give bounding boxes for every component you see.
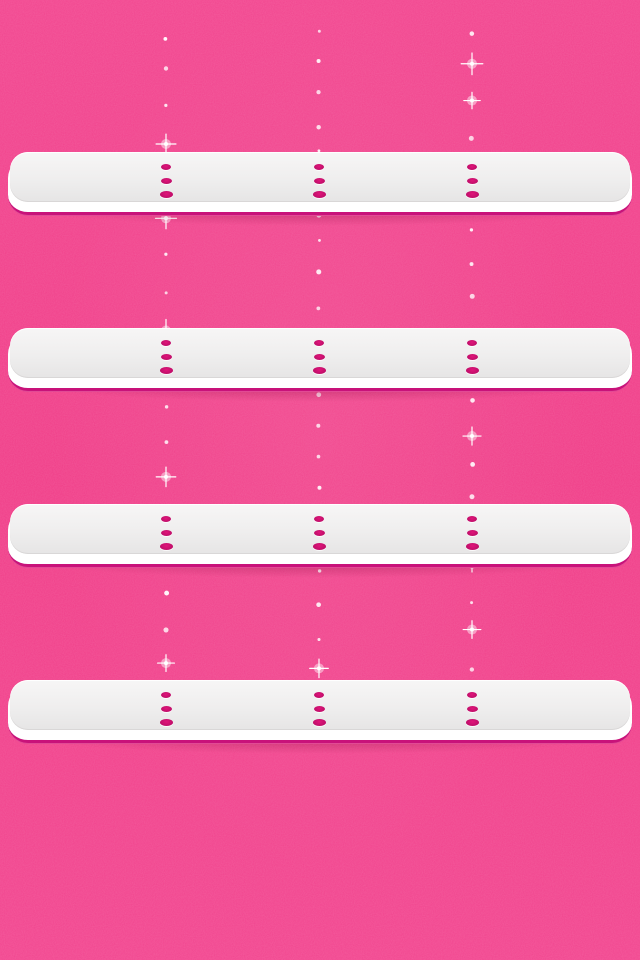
shelf-hole — [313, 354, 325, 360]
sparkle-bead — [470, 462, 476, 467]
shelf-hole — [161, 516, 171, 522]
shelf-hole — [465, 367, 479, 374]
shelf-hole — [313, 530, 325, 536]
sparkle-bead — [469, 228, 474, 232]
sparkle-bead — [163, 37, 168, 41]
shelf-hole — [160, 354, 172, 360]
shelf-hole — [161, 164, 171, 170]
shelf-1 — [8, 152, 632, 226]
shelf-hole — [160, 706, 172, 712]
shelf-hole — [467, 340, 477, 346]
shelf-hole-column — [465, 340, 479, 380]
sparkle-bead — [469, 262, 474, 266]
shelf-hole — [312, 543, 326, 550]
sparkle-bead — [468, 135, 474, 141]
shelf-hole — [467, 692, 477, 698]
sparkle-bead — [318, 239, 321, 242]
sparkle-bead — [470, 601, 474, 605]
shelf-3 — [8, 504, 632, 578]
shelf-hole — [314, 340, 324, 346]
sparkle-star — [157, 654, 175, 673]
shelf-hole — [161, 692, 171, 698]
sparkle-bead — [316, 454, 321, 459]
shelf-hole — [313, 706, 325, 712]
sparkle-bead — [164, 291, 168, 295]
shelf-hole — [159, 719, 173, 726]
shelf-hole-column — [159, 340, 173, 380]
sparkle-bead — [317, 637, 321, 642]
sparkle-bead — [316, 124, 321, 130]
sparkle-bead — [316, 89, 321, 95]
shelf-hole — [465, 543, 479, 550]
sparkle-bead — [316, 269, 322, 275]
shelf-hole — [466, 354, 478, 360]
shelf-hole — [466, 178, 478, 184]
shelf-hole-column — [465, 692, 479, 732]
shelf-hole-column — [465, 164, 479, 204]
shelf-hole — [314, 692, 324, 698]
shelf-2 — [8, 328, 632, 402]
texture-noise — [0, 0, 640, 960]
sparkle-bead — [164, 252, 168, 256]
sparkle-bead — [469, 494, 475, 500]
sparkle-star — [462, 426, 482, 446]
shelf-hole — [314, 164, 324, 170]
sparkle-star — [460, 52, 484, 76]
shelf-hole-column — [159, 692, 173, 732]
shelf-hole-column — [159, 164, 173, 204]
shelf-hole — [159, 543, 173, 550]
shelf-hole — [465, 719, 479, 726]
wallpaper — [0, 0, 640, 960]
sparkle-bead — [163, 627, 169, 633]
sparkle-star — [155, 466, 177, 488]
shelf-hole — [159, 191, 173, 198]
shelf-hole — [159, 367, 173, 374]
sparkle-bead — [164, 440, 169, 444]
shelf-hole — [466, 530, 478, 536]
sparkle-bead — [317, 485, 322, 490]
shelf-hole — [161, 340, 171, 346]
sparkle-bead — [316, 306, 321, 311]
sparkle-bead — [469, 667, 475, 672]
sparkle-star — [462, 620, 482, 639]
shelf-hole-column — [312, 516, 326, 556]
shelf-hole — [466, 706, 478, 712]
sparkle-bead — [316, 423, 321, 428]
shelf-hole — [465, 191, 479, 198]
sparkle-star — [463, 91, 481, 110]
sparkle-bead — [163, 66, 169, 71]
shelf-hole — [312, 191, 326, 198]
sparkle-bead — [164, 103, 168, 107]
shelf-hole — [312, 367, 326, 374]
shelf-hole — [312, 719, 326, 726]
shelf-hole-column — [465, 516, 479, 556]
shelf-hole — [160, 530, 172, 536]
shelf-hole-column — [312, 340, 326, 380]
sparkle-bead — [316, 602, 321, 608]
shelf-hole-column — [312, 164, 326, 204]
shelf-hole — [313, 178, 325, 184]
sparkle-bead — [164, 405, 169, 409]
sparkle-bead — [469, 293, 475, 299]
sparkle-bead — [316, 58, 321, 64]
shelf-hole — [160, 178, 172, 184]
sparkle-bead — [317, 29, 321, 33]
shelf-hole — [467, 516, 477, 522]
sparkle-bead — [469, 31, 475, 36]
shelf-hole-column — [159, 516, 173, 556]
sparkle-star — [155, 133, 177, 155]
sparkle-bead — [164, 590, 170, 596]
shelf-4 — [8, 680, 632, 754]
sparkle-star — [309, 658, 329, 679]
sparkle-strands — [154, 29, 484, 679]
shelf-hole — [314, 516, 324, 522]
shelf-hole-column — [312, 692, 326, 732]
shelf-hole — [467, 164, 477, 170]
